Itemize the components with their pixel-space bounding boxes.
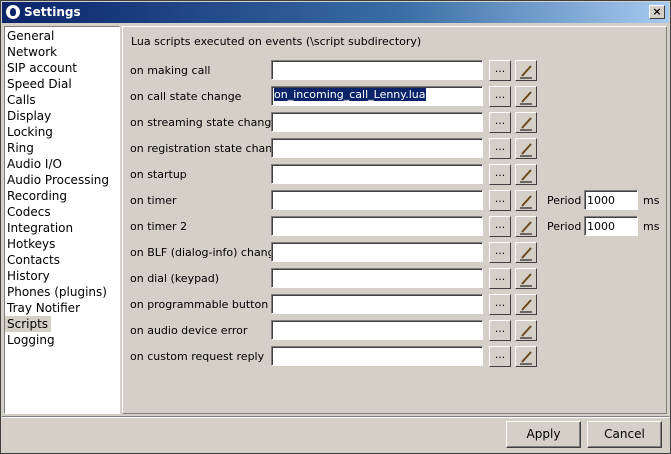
row-label-on-timer-2: on timer 2 bbox=[130, 220, 188, 233]
browse-button-on-streaming-state-change[interactable]: ... bbox=[489, 112, 511, 133]
browse-button-on-timer-2[interactable]: ... bbox=[489, 216, 511, 237]
browse-button-on-blf-change[interactable]: ... bbox=[489, 242, 511, 263]
timer2-unit-label: ms bbox=[643, 220, 660, 233]
edit-button-on-making-call[interactable] bbox=[515, 60, 537, 81]
browse-button-on-audio-device-error[interactable]: ... bbox=[489, 320, 511, 341]
app-icon bbox=[6, 5, 20, 19]
sidebar-item-integration[interactable]: Integration bbox=[5, 220, 119, 236]
edit-button-on-startup[interactable] bbox=[515, 164, 537, 185]
edit-button-on-custom-request-reply[interactable] bbox=[515, 346, 537, 367]
pencil-icon bbox=[520, 143, 532, 157]
script-field-on-streaming-state-change[interactable] bbox=[271, 112, 483, 132]
row-label-on-call-state-change: on call state change bbox=[130, 90, 242, 103]
sidebar-item-calls[interactable]: Calls bbox=[5, 92, 119, 108]
timer2-period-label: Period bbox=[547, 220, 582, 233]
browse-button-on-programmable-button[interactable]: ... bbox=[489, 294, 511, 315]
row-label-on-making-call: on making call bbox=[130, 64, 211, 77]
sidebar-item-phones-plugins[interactable]: Phones (plugins) bbox=[5, 284, 119, 300]
sidebar-item-logging[interactable]: Logging bbox=[5, 332, 119, 348]
edit-button-on-dial-keypad[interactable] bbox=[515, 268, 537, 289]
edit-button-on-blf-change[interactable] bbox=[515, 242, 537, 263]
sidebar-item-hotkeys[interactable]: Hotkeys bbox=[5, 236, 119, 252]
settings-window: Settings × General Network SIP account S… bbox=[0, 0, 671, 454]
script-field-on-registration-state-change[interactable] bbox=[271, 138, 483, 158]
sidebar-item-locking[interactable]: Locking bbox=[5, 124, 119, 140]
scripts-heading: Lua scripts executed on events (\script … bbox=[131, 35, 422, 48]
scripts-panel: Lua scripts executed on events (\script … bbox=[122, 26, 667, 414]
sidebar-item-codecs[interactable]: Codecs bbox=[5, 204, 119, 220]
script-field-on-startup[interactable] bbox=[271, 164, 483, 184]
script-field-on-blf-change[interactable] bbox=[271, 242, 483, 262]
pencil-icon bbox=[520, 117, 532, 131]
row-label-on-timer: on timer bbox=[130, 194, 177, 207]
cancel-button[interactable]: Cancel bbox=[587, 421, 662, 448]
sidebar-item-speed-dial[interactable]: Speed Dial bbox=[5, 76, 119, 92]
browse-button-on-custom-request-reply[interactable]: ... bbox=[489, 346, 511, 367]
pencil-icon bbox=[520, 169, 532, 183]
timer-period-label: Period bbox=[547, 194, 582, 207]
pencil-icon bbox=[520, 273, 532, 287]
sidebar-item-display[interactable]: Display bbox=[5, 108, 119, 124]
pencil-icon bbox=[520, 195, 532, 209]
footer-divider bbox=[2, 416, 669, 418]
edit-button-on-timer[interactable] bbox=[515, 190, 537, 211]
sidebar-item-general[interactable]: General bbox=[5, 28, 119, 44]
edit-button-on-timer-2[interactable] bbox=[515, 216, 537, 237]
browse-button-on-making-call[interactable]: ... bbox=[489, 60, 511, 81]
browse-button-on-dial-keypad[interactable]: ... bbox=[489, 268, 511, 289]
browse-button-on-call-state-change[interactable]: ... bbox=[489, 86, 511, 107]
script-field-on-call-state-change[interactable]: on_incoming_call_Lenny.lua bbox=[271, 86, 483, 106]
edit-button-on-programmable-button[interactable] bbox=[515, 294, 537, 315]
browse-button-on-registration-state-change[interactable]: ... bbox=[489, 138, 511, 159]
pencil-icon bbox=[520, 299, 532, 313]
pencil-icon bbox=[520, 221, 532, 235]
timer-period-input[interactable] bbox=[584, 190, 638, 210]
sidebar-item-ring[interactable]: Ring bbox=[5, 140, 119, 156]
sidebar-item-scripts[interactable]: Scripts bbox=[5, 316, 52, 332]
sidebar-item-history[interactable]: History bbox=[5, 268, 119, 284]
sidebar-item-tray-notifier[interactable]: Tray Notifier bbox=[5, 300, 119, 316]
sidebar-item-sip-account[interactable]: SIP account bbox=[5, 60, 119, 76]
script-field-on-dial-keypad[interactable] bbox=[271, 268, 483, 288]
edit-button-on-audio-device-error[interactable] bbox=[515, 320, 537, 341]
edit-button-on-streaming-state-change[interactable] bbox=[515, 112, 537, 133]
edit-button-on-registration-state-change[interactable] bbox=[515, 138, 537, 159]
script-field-on-making-call[interactable] bbox=[271, 60, 483, 80]
timer2-period-input[interactable] bbox=[584, 216, 638, 236]
browse-button-on-startup[interactable]: ... bbox=[489, 164, 511, 185]
selected-filename: on_incoming_call_Lenny.lua bbox=[274, 88, 426, 101]
pencil-icon bbox=[520, 65, 532, 79]
row-label-on-streaming-state-change: on streaming state change bbox=[130, 116, 279, 129]
row-label-on-custom-request-reply: on custom request reply bbox=[130, 350, 265, 363]
script-field-on-timer[interactable] bbox=[271, 190, 483, 210]
sidebar-item-contacts[interactable]: Contacts bbox=[5, 252, 119, 268]
pencil-icon bbox=[520, 325, 532, 339]
sidebar-item-audio-processing[interactable]: Audio Processing bbox=[5, 172, 119, 188]
edit-button-on-call-state-change[interactable] bbox=[515, 86, 537, 107]
pencil-icon bbox=[520, 91, 532, 105]
pencil-icon bbox=[520, 247, 532, 261]
row-label-on-registration-state-change: on registration state change bbox=[130, 142, 287, 155]
settings-category-list: General Network SIP account Speed Dial C… bbox=[4, 26, 120, 414]
script-field-on-timer-2[interactable] bbox=[271, 216, 483, 236]
row-label-on-blf-change: on BLF (dialog-info) change bbox=[130, 246, 282, 259]
row-label-on-startup: on startup bbox=[130, 168, 187, 181]
sidebar-item-network[interactable]: Network bbox=[5, 44, 119, 60]
script-field-on-audio-device-error[interactable] bbox=[271, 320, 483, 340]
row-label-on-dial-keypad: on dial (keypad) bbox=[130, 272, 220, 285]
sidebar-item-audio-io[interactable]: Audio I/O bbox=[5, 156, 119, 172]
pencil-icon bbox=[520, 351, 532, 365]
row-label-on-programmable-button: on programmable button bbox=[130, 298, 269, 311]
window-title: Settings bbox=[24, 5, 81, 19]
timer-unit-label: ms bbox=[643, 194, 660, 207]
sidebar-item-recording[interactable]: Recording bbox=[5, 188, 119, 204]
row-label-on-audio-device-error: on audio device error bbox=[130, 324, 248, 337]
browse-button-on-timer[interactable]: ... bbox=[489, 190, 511, 211]
script-field-on-custom-request-reply[interactable] bbox=[271, 346, 483, 366]
apply-button[interactable]: Apply bbox=[506, 421, 581, 448]
title-bar: Settings × bbox=[2, 2, 669, 23]
close-button[interactable]: × bbox=[649, 5, 665, 19]
script-field-on-programmable-button[interactable] bbox=[271, 294, 483, 314]
